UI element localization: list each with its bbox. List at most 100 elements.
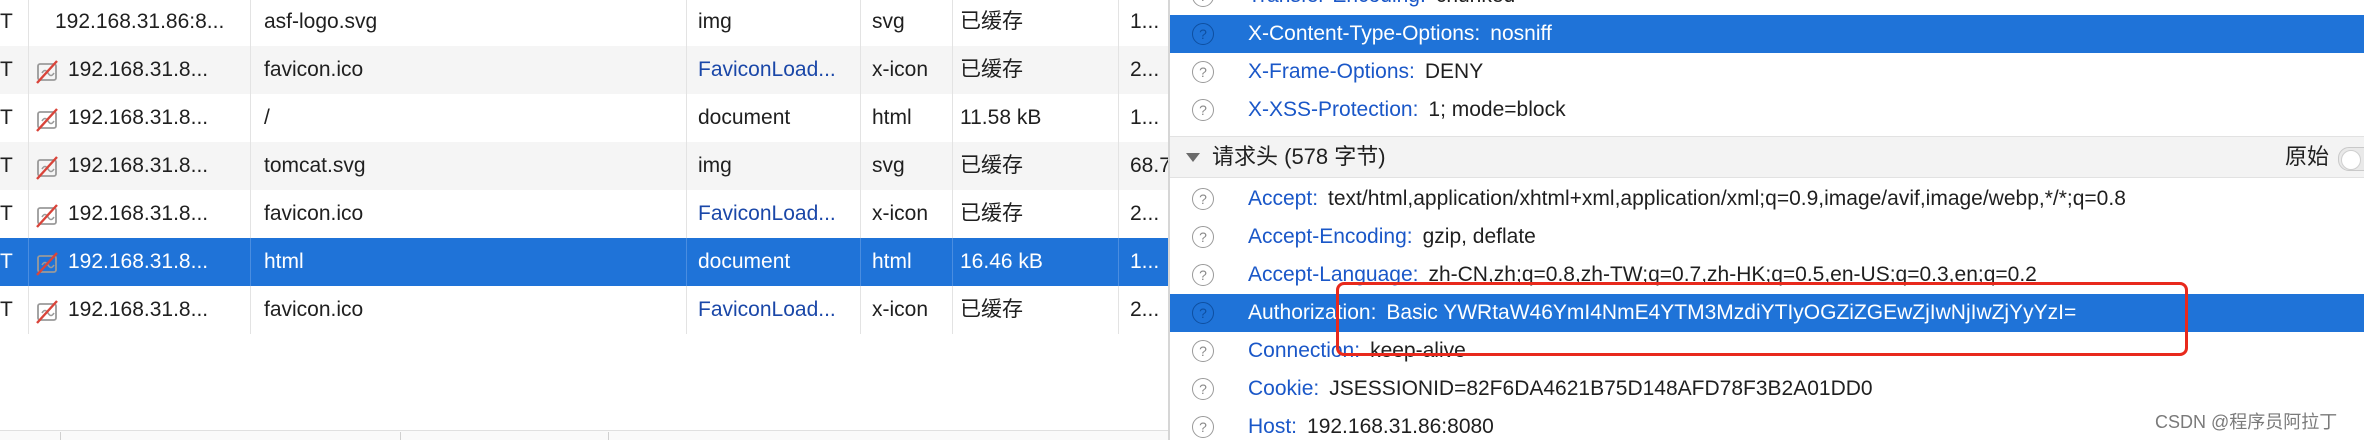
column-separator bbox=[1118, 46, 1119, 94]
request-row[interactable]: T 192.168.31.86:8... asf-logo.svg img svg 已缓存… bbox=[0, 0, 1168, 46]
header-name-text: Authorization: bbox=[1248, 301, 1377, 324]
column-separator bbox=[952, 190, 953, 238]
request-initiator[interactable]: FaviconLoad... bbox=[698, 286, 858, 334]
header-row[interactable]: ? X-Frame-Options: DENY bbox=[1170, 53, 2364, 91]
column-separator bbox=[250, 0, 251, 46]
help-icon[interactable]: ? bbox=[1192, 61, 1214, 83]
request-row[interactable]: T 192.168.31.8... favicon.ico FaviconLoad..… bbox=[0, 46, 1168, 94]
request-transferred: 已缓存 bbox=[960, 58, 1023, 81]
no-cache-icon bbox=[34, 295, 60, 325]
header-name[interactable]: Accept-Encoding: gzip, deflate bbox=[1248, 218, 1536, 256]
header-name-text: Host: bbox=[1248, 415, 1298, 438]
request-file: tomcat.svg bbox=[264, 154, 366, 177]
column-separator bbox=[860, 190, 861, 238]
column-separator bbox=[952, 238, 953, 286]
column-separator bbox=[28, 142, 29, 190]
help-icon[interactable]: ? bbox=[1192, 0, 1214, 7]
help-icon[interactable]: ? bbox=[1192, 340, 1214, 362]
column-separator bbox=[1118, 286, 1119, 334]
help-icon[interactable]: ? bbox=[1192, 23, 1214, 45]
request-domain-text: 192.168.31.8... bbox=[68, 202, 209, 225]
header-name[interactable]: Connection: keep-alive bbox=[1248, 332, 1466, 370]
help-icon[interactable]: ? bbox=[1192, 378, 1214, 400]
help-icon[interactable]: ? bbox=[1192, 302, 1214, 324]
header-name[interactable]: Transfer-Encoding: chunked bbox=[1248, 0, 1515, 15]
column-separator bbox=[250, 46, 251, 94]
request-type: html bbox=[872, 250, 912, 273]
header-row[interactable]: ? Accept-Language: zh-CN,zh;q=0.8,zh-TW;q=… bbox=[1170, 256, 2364, 294]
column-separator bbox=[860, 94, 861, 142]
request-row[interactable]: T 192.168.31.8... tomcat.svg img svg 已缓存 68.7 bbox=[0, 142, 1168, 190]
header-value: 1; mode=block bbox=[1428, 98, 1566, 121]
column-separator bbox=[860, 286, 861, 334]
header-row[interactable]: ? Authorization: Basic YWRtaW46YmI4NmE4YTM… bbox=[1170, 294, 2364, 332]
header-name[interactable]: X-Frame-Options: DENY bbox=[1248, 53, 1483, 91]
header-name[interactable]: Accept-Language: zh-CN,zh;q=0.8,zh-TW;q=0… bbox=[1248, 256, 2037, 294]
header-value: JSESSIONID=82F6DA4621B75D148AFD78F3B2A01… bbox=[1329, 377, 1873, 400]
request-row[interactable]: T 192.168.31.8... / document html 11.58 kB 1..… bbox=[0, 94, 1168, 142]
request-domain-text: 192.168.31.8... bbox=[68, 58, 209, 81]
header-name-text: Accept-Encoding: bbox=[1248, 225, 1413, 248]
collapse-triangle-icon[interactable] bbox=[1186, 153, 1200, 162]
footer-separator bbox=[608, 432, 609, 440]
header-value: gzip, deflate bbox=[1422, 225, 1536, 248]
request-initiator[interactable]: FaviconLoad... bbox=[698, 190, 858, 238]
raw-toggle-switch[interactable] bbox=[2338, 147, 2364, 171]
column-separator bbox=[1118, 0, 1119, 46]
header-row[interactable]: ? Connection: keep-alive bbox=[1170, 332, 2364, 370]
help-icon[interactable]: ? bbox=[1192, 99, 1214, 121]
watermark: CSDN @程序员阿拉丁 bbox=[2155, 412, 2338, 432]
request-domain-text: 192.168.31.8... bbox=[68, 298, 209, 321]
network-request-list: T 192.168.31.86:8... asf-logo.svg img svg 已缓存… bbox=[0, 0, 1168, 440]
footer-separator bbox=[400, 432, 401, 440]
request-initiator[interactable]: FaviconLoad... bbox=[698, 46, 858, 94]
request-row[interactable]: T 192.168.31.8... favicon.ico FaviconLoad..… bbox=[0, 190, 1168, 238]
request-initiator: img bbox=[698, 154, 732, 177]
header-name[interactable]: X-Content-Type-Options: nosniff bbox=[1248, 15, 1552, 53]
column-separator bbox=[686, 94, 687, 142]
request-file: favicon.ico bbox=[264, 202, 364, 225]
header-name[interactable]: Authorization: Basic YWRtaW46YmI4NmE4YTM3… bbox=[1248, 294, 2076, 332]
column-separator bbox=[1118, 238, 1119, 286]
headers-panel: ? Transfer-Encoding: chunked? X-Content-Typ… bbox=[1170, 0, 2364, 440]
request-type: html bbox=[872, 106, 912, 129]
help-icon[interactable]: ? bbox=[1192, 188, 1214, 210]
request-domain: 192.168.31.8... bbox=[16, 238, 226, 286]
request-row[interactable]: T 192.168.31.8... html document html 16.46 kB… bbox=[0, 238, 1168, 286]
column-separator bbox=[250, 94, 251, 142]
column-separator bbox=[28, 46, 29, 94]
column-separator bbox=[686, 0, 687, 46]
column-separator bbox=[1118, 190, 1119, 238]
header-name[interactable]: Host: 192.168.31.86:8080 bbox=[1248, 408, 1494, 440]
header-row[interactable]: ? Transfer-Encoding: chunked bbox=[1170, 0, 2364, 15]
request-domain-text: 192.168.31.8... bbox=[68, 250, 209, 273]
request-row[interactable]: T 192.168.31.8... favicon.ico FaviconLoad..… bbox=[0, 286, 1168, 334]
header-name-text: Cookie: bbox=[1248, 377, 1320, 400]
header-name[interactable]: Cookie: JSESSIONID=82F6DA4621B75D148AFD78… bbox=[1248, 370, 1873, 408]
header-row[interactable]: ? X-Content-Type-Options: nosniff bbox=[1170, 15, 2364, 53]
header-name-text: X-XSS-Protection: bbox=[1248, 98, 1419, 121]
help-icon[interactable]: ? bbox=[1192, 416, 1214, 438]
column-separator bbox=[860, 0, 861, 46]
header-value: chunked bbox=[1436, 0, 1515, 7]
no-cache-icon bbox=[34, 247, 60, 277]
request-size: 2... bbox=[1130, 202, 1160, 225]
request-headers-section-header[interactable]: 请求头 (578 字节) 原始 bbox=[1170, 136, 2364, 178]
header-row[interactable]: ? X-XSS-Protection: 1; mode=block bbox=[1170, 91, 2364, 129]
header-row[interactable]: ? Accept-Encoding: gzip, deflate bbox=[1170, 218, 2364, 256]
header-row[interactable]: ? Cookie: JSESSIONID=82F6DA4621B75D148AFD7… bbox=[1170, 370, 2364, 408]
header-name[interactable]: Accept: text/html,application/xhtml+xml,a… bbox=[1248, 180, 2126, 218]
help-icon[interactable]: ? bbox=[1192, 264, 1214, 286]
request-size: 2... bbox=[1130, 58, 1160, 81]
request-initiator: document bbox=[698, 250, 791, 273]
request-domain-text: 192.168.31.8... bbox=[68, 106, 209, 129]
header-name[interactable]: X-XSS-Protection: 1; mode=block bbox=[1248, 91, 1566, 129]
request-transferred: 已缓存 bbox=[960, 154, 1023, 177]
column-separator bbox=[686, 286, 687, 334]
request-initiator: img bbox=[698, 10, 732, 33]
column-separator bbox=[1118, 94, 1119, 142]
header-row[interactable]: ? Accept: text/html,application/xhtml+xml,… bbox=[1170, 180, 2364, 218]
column-separator bbox=[860, 142, 861, 190]
column-separator bbox=[686, 190, 687, 238]
help-icon[interactable]: ? bbox=[1192, 226, 1214, 248]
